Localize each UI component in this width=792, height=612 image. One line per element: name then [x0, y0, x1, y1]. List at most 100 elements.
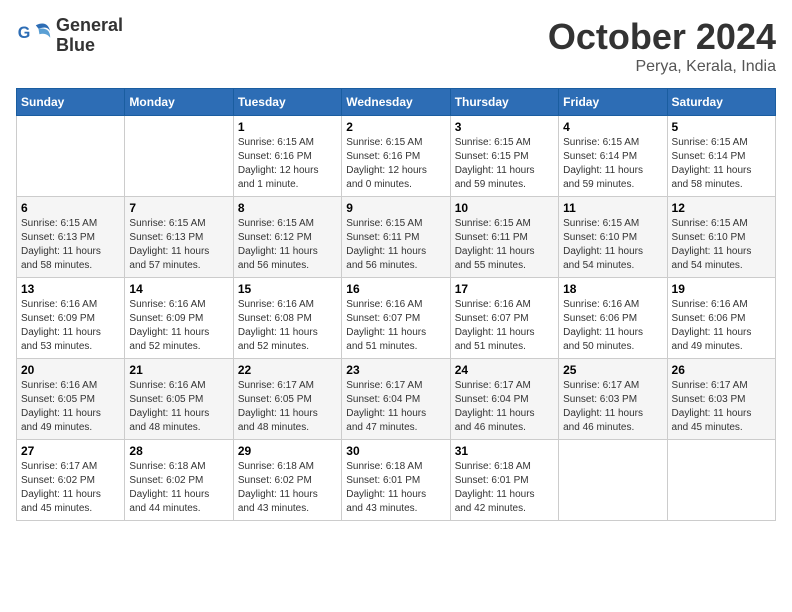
- day-number: 29: [238, 444, 337, 458]
- day-number: 15: [238, 282, 337, 296]
- day-number: 3: [455, 120, 554, 134]
- logo-name1: General: [56, 16, 123, 36]
- day-number: 20: [21, 363, 120, 377]
- day-detail: Sunrise: 6:16 AM Sunset: 6:06 PM Dayligh…: [672, 298, 771, 354]
- calendar-cell: 9 Sunrise: 6:15 AM Sunset: 6:11 PM Daylig…: [342, 197, 450, 278]
- calendar-cell: 6Sunrise: 6:15 AM Sunset: 6:13 PM Daylig…: [17, 197, 125, 278]
- day-number: 12: [672, 201, 771, 215]
- day-detail: Sunrise: 6:17 AM Sunset: 6:04 PM Dayligh…: [455, 379, 554, 435]
- calendar-cell: 17 Sunrise: 6:16 AM Sunset: 6:07 PM Dayli…: [450, 278, 558, 359]
- day-number: 10: [455, 201, 554, 215]
- header-thursday: Thursday: [450, 89, 558, 116]
- day-number: 28: [129, 444, 228, 458]
- day-number: 8: [238, 201, 337, 215]
- calendar-cell: 23 Sunrise: 6:17 AM Sunset: 6:04 PM Dayli…: [342, 359, 450, 440]
- day-number: 4: [563, 120, 662, 134]
- day-number: 31: [455, 444, 554, 458]
- day-number: 17: [455, 282, 554, 296]
- calendar-cell: 26 Sunrise: 6:17 AM Sunset: 6:03 PM Dayli…: [667, 359, 775, 440]
- day-number: 14: [129, 282, 228, 296]
- calendar-title: October 2024: [548, 16, 776, 58]
- title-block: October 2024 Perya, Kerala, India: [548, 16, 776, 76]
- calendar-cell: 1 Sunrise: 6:15 AM Sunset: 6:16 PM Daylig…: [233, 116, 341, 197]
- calendar-cell: 10 Sunrise: 6:15 AM Sunset: 6:11 PM Dayli…: [450, 197, 558, 278]
- calendar-subtitle: Perya, Kerala, India: [548, 58, 776, 76]
- calendar-cell: [559, 440, 667, 521]
- day-detail: Sunrise: 6:16 AM Sunset: 6:09 PM Dayligh…: [129, 298, 228, 354]
- day-number: 16: [346, 282, 445, 296]
- week-row-0: 1 Sunrise: 6:15 AM Sunset: 6:16 PM Daylig…: [17, 116, 776, 197]
- day-number: 19: [672, 282, 771, 296]
- day-number: 11: [563, 201, 662, 215]
- svg-text:G: G: [18, 24, 31, 42]
- day-detail: Sunrise: 6:15 AM Sunset: 6:13 PM Dayligh…: [129, 217, 228, 273]
- calendar-header: SundayMondayTuesdayWednesdayThursdayFrid…: [17, 89, 776, 116]
- day-number: 2: [346, 120, 445, 134]
- calendar-cell: 19 Sunrise: 6:16 AM Sunset: 6:06 PM Dayli…: [667, 278, 775, 359]
- calendar-cell: 18 Sunrise: 6:16 AM Sunset: 6:06 PM Dayli…: [559, 278, 667, 359]
- calendar-cell: 2Sunrise: 6:15 AM Sunset: 6:16 PM Daylig…: [342, 116, 450, 197]
- day-number: 7: [129, 201, 228, 215]
- day-detail: Sunrise: 6:18 AM Sunset: 6:01 PM Dayligh…: [346, 460, 445, 516]
- day-number: 13: [21, 282, 120, 296]
- calendar-cell: 16 Sunrise: 6:16 AM Sunset: 6:07 PM Dayli…: [342, 278, 450, 359]
- calendar-cell: 4Sunrise: 6:15 AM Sunset: 6:14 PM Daylig…: [559, 116, 667, 197]
- calendar-cell: 24Sunrise: 6:17 AM Sunset: 6:04 PM Dayli…: [450, 359, 558, 440]
- calendar-cell: 13 Sunrise: 6:16 AM Sunset: 6:09 PM Dayli…: [17, 278, 125, 359]
- header-saturday: Saturday: [667, 89, 775, 116]
- day-detail: Sunrise: 6:17 AM Sunset: 6:04 PM Dayligh…: [346, 379, 445, 435]
- header-wednesday: Wednesday: [342, 89, 450, 116]
- header-monday: Monday: [125, 89, 233, 116]
- week-row-2: 13 Sunrise: 6:16 AM Sunset: 6:09 PM Dayli…: [17, 278, 776, 359]
- day-number: 26: [672, 363, 771, 377]
- calendar-cell: 30 Sunrise: 6:18 AM Sunset: 6:01 PM Dayli…: [342, 440, 450, 521]
- day-detail: Sunrise: 6:17 AM Sunset: 6:03 PM Dayligh…: [672, 379, 771, 435]
- day-detail: Sunrise: 6:18 AM Sunset: 6:02 PM Dayligh…: [129, 460, 228, 516]
- calendar-cell: 14 Sunrise: 6:16 AM Sunset: 6:09 PM Dayli…: [125, 278, 233, 359]
- day-number: 6: [21, 201, 120, 215]
- day-detail: Sunrise: 6:15 AM Sunset: 6:11 PM Dayligh…: [346, 217, 445, 273]
- calendar-cell: [125, 116, 233, 197]
- calendar-cell: [667, 440, 775, 521]
- day-number: 23: [346, 363, 445, 377]
- calendar-cell: 25 Sunrise: 6:17 AM Sunset: 6:03 PM Dayli…: [559, 359, 667, 440]
- day-number: 18: [563, 282, 662, 296]
- calendar-cell: 15 Sunrise: 6:16 AM Sunset: 6:08 PM Dayli…: [233, 278, 341, 359]
- logo-icon: G: [16, 18, 52, 54]
- header-tuesday: Tuesday: [233, 89, 341, 116]
- week-row-1: 6 Sunrise: 6:15 AM Sunset: 6:13 PM Daylig…: [17, 197, 776, 278]
- day-detail: Sunrise: 6:17 AM Sunset: 6:05 PM Dayligh…: [238, 379, 337, 435]
- day-detail: Sunrise: 6:15 AM Sunset: 6:15 PM Dayligh…: [455, 136, 554, 192]
- header-friday: Friday: [559, 89, 667, 116]
- calendar-cell: 29 Sunrise: 6:18 AM Sunset: 6:02 PM Dayli…: [233, 440, 341, 521]
- day-number: 25: [563, 363, 662, 377]
- week-row-3: 20Sunrise: 6:16 AM Sunset: 6:05 PM Dayli…: [17, 359, 776, 440]
- calendar-cell: 11Sunrise: 6:15 AM Sunset: 6:10 PM Dayli…: [559, 197, 667, 278]
- day-number: 1: [238, 120, 337, 134]
- calendar-cell: 3 Sunrise: 6:15 AM Sunset: 6:15 PM Daylig…: [450, 116, 558, 197]
- calendar-cell: 8 Sunrise: 6:15 AM Sunset: 6:12 PM Daylig…: [233, 197, 341, 278]
- week-row-4: 27Sunrise: 6:17 AM Sunset: 6:02 PM Dayli…: [17, 440, 776, 521]
- day-number: 30: [346, 444, 445, 458]
- day-detail: Sunrise: 6:15 AM Sunset: 6:12 PM Dayligh…: [238, 217, 337, 273]
- day-number: 5: [672, 120, 771, 134]
- calendar-cell: 28 Sunrise: 6:18 AM Sunset: 6:02 PM Dayli…: [125, 440, 233, 521]
- day-number: 22: [238, 363, 337, 377]
- day-number: 21: [129, 363, 228, 377]
- day-detail: Sunrise: 6:16 AM Sunset: 6:06 PM Dayligh…: [563, 298, 662, 354]
- day-detail: Sunrise: 6:15 AM Sunset: 6:11 PM Dayligh…: [455, 217, 554, 273]
- day-number: 27: [21, 444, 120, 458]
- calendar-cell: 5Sunrise: 6:15 AM Sunset: 6:14 PM Daylig…: [667, 116, 775, 197]
- logo-name2: Blue: [56, 36, 123, 56]
- calendar-cell: [17, 116, 125, 197]
- day-detail: Sunrise: 6:17 AM Sunset: 6:03 PM Dayligh…: [563, 379, 662, 435]
- day-number: 9: [346, 201, 445, 215]
- calendar-body: 1 Sunrise: 6:15 AM Sunset: 6:16 PM Daylig…: [17, 116, 776, 521]
- day-detail: Sunrise: 6:16 AM Sunset: 6:07 PM Dayligh…: [455, 298, 554, 354]
- day-detail: Sunrise: 6:16 AM Sunset: 6:08 PM Dayligh…: [238, 298, 337, 354]
- day-detail: Sunrise: 6:16 AM Sunset: 6:07 PM Dayligh…: [346, 298, 445, 354]
- day-detail: Sunrise: 6:15 AM Sunset: 6:10 PM Dayligh…: [672, 217, 771, 273]
- day-detail: Sunrise: 6:15 AM Sunset: 6:16 PM Dayligh…: [238, 136, 337, 192]
- day-detail: Sunrise: 6:16 AM Sunset: 6:09 PM Dayligh…: [21, 298, 120, 354]
- day-detail: Sunrise: 6:18 AM Sunset: 6:02 PM Dayligh…: [238, 460, 337, 516]
